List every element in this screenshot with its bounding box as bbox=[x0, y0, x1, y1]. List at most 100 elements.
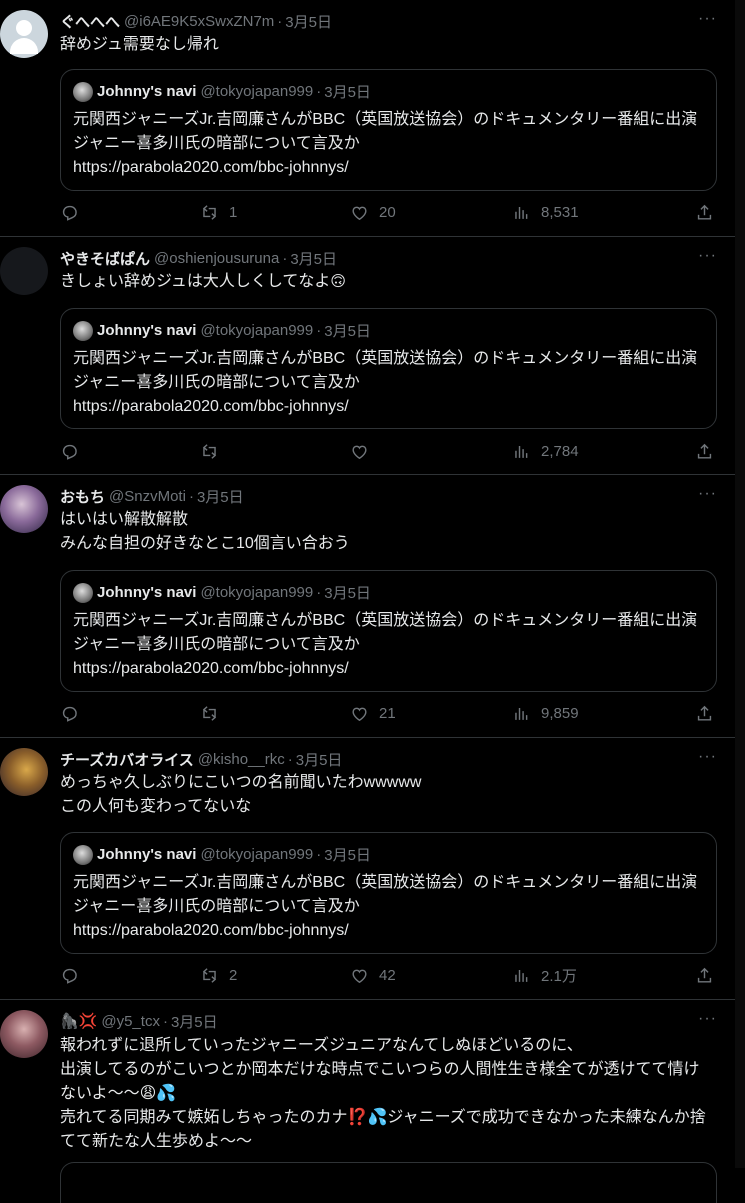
tweet[interactable]: 🦍💢 @y5_tcx · 3月5日 ··· 報われずに退所していったジャニーズジ… bbox=[0, 1000, 735, 1203]
like-button[interactable]: 21 bbox=[350, 701, 396, 725]
action-bar: 21 9,859 bbox=[60, 701, 720, 725]
tweet-date[interactable]: 3月5日 bbox=[296, 749, 343, 770]
views-button[interactable]: 9,859 bbox=[512, 701, 579, 725]
views-icon bbox=[515, 706, 528, 721]
views-count: 9,859 bbox=[541, 704, 579, 722]
tweet[interactable]: ぐへへへ @i6AE9K5xSwxZN7m · 3月5日 ··· 辞めジュ需要な… bbox=[0, 0, 735, 237]
like-icon bbox=[352, 969, 367, 983]
tweet[interactable]: やきそばぱん @oshienjousuruna · 3月5日 ··· きしょい辞… bbox=[0, 237, 735, 475]
user-name[interactable]: やきそばぱん bbox=[60, 248, 150, 269]
more-icon[interactable]: ··· bbox=[698, 10, 717, 28]
tweet[interactable]: チーズカバオライス @kisho__rkc · 3月5日 ··· めっちゃ久しぶ… bbox=[0, 738, 735, 1000]
reply-button[interactable] bbox=[60, 963, 89, 987]
more-icon[interactable]: ··· bbox=[698, 485, 717, 503]
quote-date: 3月5日 bbox=[324, 84, 371, 101]
tweet-text: 報われずに退所していったジャニーズジュニアなんてしぬほどいるのに、 出演してるの… bbox=[60, 1037, 706, 1150]
tweet[interactable]: おもち @SnzvMoti · 3月5日 ··· はいはい解散解散 みんな自担の… bbox=[0, 475, 735, 738]
like-icon bbox=[352, 445, 367, 459]
quote-tweet[interactable]: Johnny's navi @tokyojapan999 · 3月5日 元関西ジ… bbox=[60, 570, 717, 692]
retweet-icon bbox=[203, 204, 216, 220]
share-icon bbox=[697, 967, 712, 983]
quote-date: 3月5日 bbox=[324, 323, 371, 340]
quote-tweet[interactable]: Johnny's navi @tokyojapan999 · 3月5日 元関西ジ… bbox=[60, 69, 717, 191]
tweet-date[interactable]: 3月5日 bbox=[290, 248, 337, 269]
avatar[interactable] bbox=[0, 748, 48, 796]
tweet-date[interactable]: 3月5日 bbox=[285, 11, 332, 32]
views-count: 8,531 bbox=[541, 203, 579, 221]
views-count: 2.1万 bbox=[541, 967, 577, 985]
retweet-button[interactable]: 1 bbox=[200, 200, 237, 224]
user-handle[interactable]: @y5_tcx bbox=[101, 1013, 160, 1030]
views-button[interactable]: 8,531 bbox=[512, 200, 579, 224]
reply-button[interactable] bbox=[60, 701, 89, 725]
user-name[interactable]: おもち bbox=[60, 486, 105, 507]
reply-button[interactable] bbox=[60, 200, 89, 224]
scrollbar[interactable] bbox=[735, 0, 745, 1168]
share-button[interactable] bbox=[695, 200, 724, 224]
quote-text: 元関西ジャニーズJr.吉岡廉さんがBBC（英国放送協会）のドキュメンタリー番組に… bbox=[73, 111, 698, 176]
quote-header: Johnny's navi @tokyojapan999 · 3月5日 bbox=[73, 582, 371, 603]
quote-header: Johnny's navi @tokyojapan999 · 3月5日 bbox=[73, 81, 371, 102]
separator-dot: · bbox=[277, 12, 283, 30]
like-button[interactable]: 42 bbox=[350, 963, 396, 987]
more-icon[interactable]: ··· bbox=[698, 748, 717, 766]
tweet-text-content: きしょい辞めジュは大人しくしてなよ bbox=[60, 273, 331, 290]
user-name[interactable]: チーズカバオライス bbox=[60, 749, 194, 770]
separator-dot: · bbox=[162, 1012, 168, 1030]
retweet-button[interactable] bbox=[200, 439, 229, 463]
quote-text: 元関西ジャニーズJr.吉岡廉さんがBBC（英国放送協会）のドキュメンタリー番組に… bbox=[73, 350, 698, 415]
views-icon bbox=[515, 205, 528, 220]
avatar[interactable] bbox=[0, 247, 48, 295]
action-bar: 2 42 2.1万 bbox=[60, 963, 720, 987]
retweet-icon bbox=[203, 443, 216, 459]
separator-dot: · bbox=[316, 584, 322, 601]
retweet-icon bbox=[203, 967, 216, 983]
quote-user-handle: @tokyojapan999 bbox=[200, 846, 314, 863]
retweet-button[interactable] bbox=[200, 701, 229, 725]
reply-button[interactable] bbox=[60, 439, 89, 463]
quote-date: 3月5日 bbox=[324, 585, 371, 602]
reply-icon bbox=[62, 444, 77, 459]
user-name[interactable]: 🦍💢 bbox=[60, 1012, 97, 1030]
quote-text: 元関西ジャニーズJr.吉岡廉さんがBBC（英国放送協会）のドキュメンタリー番組に… bbox=[73, 612, 698, 677]
user-name[interactable]: ぐへへへ bbox=[60, 11, 120, 32]
avatar[interactable] bbox=[0, 1010, 48, 1058]
quote-header: Johnny's navi @tokyojapan999 · 3月5日 bbox=[73, 844, 371, 865]
share-icon bbox=[697, 705, 712, 721]
separator-dot: · bbox=[282, 249, 288, 267]
user-handle[interactable]: @SnzvMoti bbox=[109, 488, 186, 505]
share-button[interactable] bbox=[695, 439, 724, 463]
views-icon bbox=[515, 968, 528, 983]
tweet-text: めっちゃ久しぶりにこいつの名前聞いたわwwwww この人何も変わってないな bbox=[60, 774, 422, 815]
like-icon bbox=[352, 707, 367, 721]
tweet-date[interactable]: 3月5日 bbox=[171, 1011, 218, 1032]
user-handle[interactable]: @i6AE9K5xSwxZN7m bbox=[124, 13, 274, 30]
like-count: 42 bbox=[379, 966, 396, 984]
more-icon[interactable]: ··· bbox=[698, 247, 717, 265]
retweet-icon bbox=[203, 705, 216, 721]
like-icon bbox=[352, 206, 367, 220]
quote-tweet[interactable]: Johnny's navi @tokyojapan999 · 3月5日 元関西ジ… bbox=[60, 832, 717, 954]
user-handle[interactable]: @kisho__rkc bbox=[198, 751, 285, 768]
user-handle[interactable]: @oshienjousuruna bbox=[154, 250, 279, 267]
quote-user-name: Johnny's navi bbox=[97, 83, 197, 100]
quote-user-name: Johnny's navi bbox=[97, 846, 197, 863]
share-button[interactable] bbox=[695, 701, 724, 725]
quote-tweet[interactable] bbox=[60, 1162, 717, 1203]
like-button[interactable] bbox=[350, 439, 379, 463]
views-count: 2,784 bbox=[541, 442, 579, 460]
share-button[interactable] bbox=[695, 963, 724, 987]
retweet-button[interactable]: 2 bbox=[200, 963, 237, 987]
views-button[interactable]: 2.1万 bbox=[512, 963, 577, 987]
avatar[interactable] bbox=[0, 485, 48, 533]
retweet-count: 2 bbox=[229, 966, 238, 984]
avatar[interactable] bbox=[0, 10, 48, 58]
quote-tweet[interactable]: Johnny's navi @tokyojapan999 · 3月5日 元関西ジ… bbox=[60, 308, 717, 429]
tweet-text: はいはい解散解散 みんな自担の好きなとこ10個言い合おう bbox=[60, 511, 350, 552]
tweet-date[interactable]: 3月5日 bbox=[197, 486, 244, 507]
tweet-header: 🦍💢 @y5_tcx · 3月5日 bbox=[60, 1010, 218, 1032]
like-button[interactable]: 20 bbox=[350, 200, 396, 224]
tweet-header: チーズカバオライス @kisho__rkc · 3月5日 bbox=[60, 748, 342, 770]
more-icon[interactable]: ··· bbox=[698, 1010, 717, 1028]
views-button[interactable]: 2,784 bbox=[512, 439, 579, 463]
